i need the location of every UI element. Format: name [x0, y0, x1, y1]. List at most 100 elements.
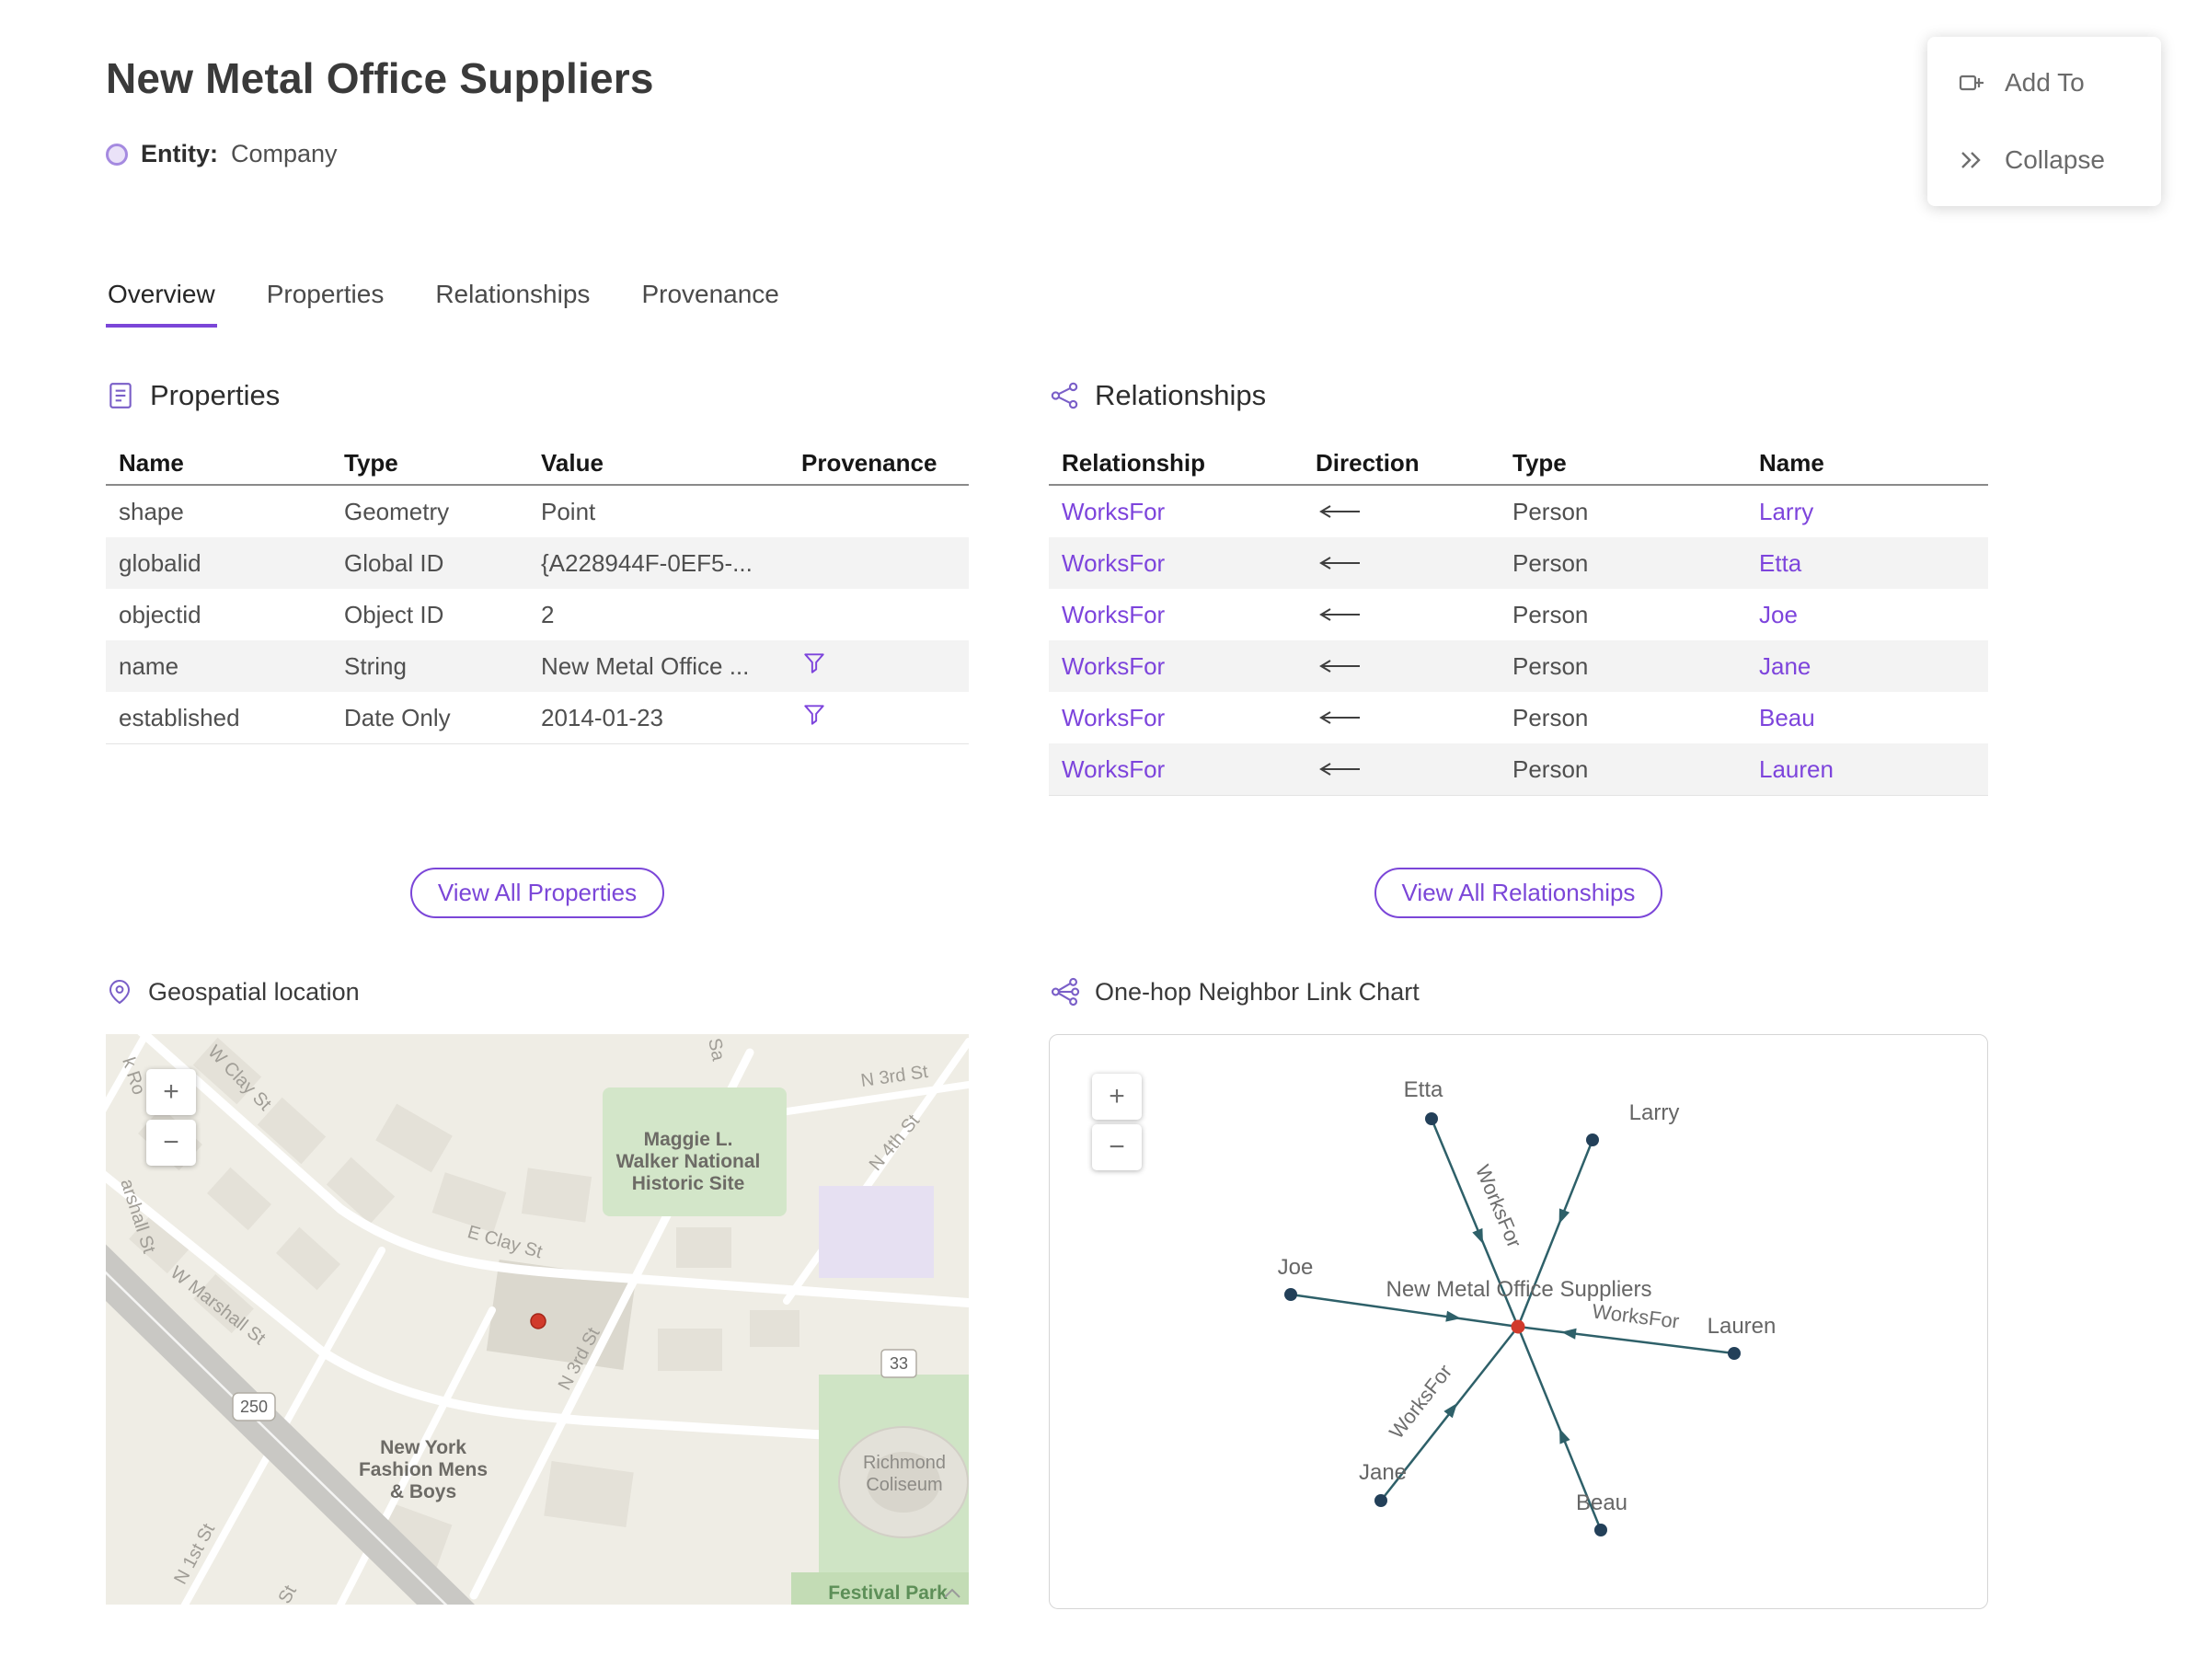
map[interactable]: 250 33 k Ro W Clay St Sa N 3rd St N 4th …	[106, 1034, 969, 1605]
map-zoom-out-button[interactable]: −	[146, 1120, 196, 1166]
svg-text:Coliseum: Coliseum	[866, 1475, 942, 1495]
node-larry[interactable]	[1586, 1133, 1599, 1146]
relationship-link[interactable]: WorksFor	[1049, 601, 1303, 629]
entity-label: Entity:	[141, 140, 218, 167]
relationships-table: Relationship Direction Type Name WorksFo…	[1049, 442, 1988, 796]
properties-icon	[109, 383, 132, 408]
tab-provenance[interactable]: Provenance	[639, 276, 780, 328]
link-chart-section-header: One-hop Neighbor Link Chart	[1049, 972, 1988, 1012]
double-chevron-right-icon	[1961, 152, 1981, 168]
relationships-section: Relationships Relationship Direction Typ…	[1049, 375, 1988, 972]
entity-link[interactable]: Etta	[1746, 549, 1988, 578]
tab-relationships[interactable]: Relationships	[433, 276, 592, 328]
properties-section-header: Properties	[106, 375, 969, 416]
relationship-link[interactable]: WorksFor	[1049, 704, 1303, 732]
col-name: Name	[1759, 448, 1824, 477]
node-label: Jane	[1359, 1460, 1407, 1485]
overview-sections: Properties Name Type Value Provenance sh…	[106, 375, 1988, 1609]
link-chart-canvas: WorksFor WorksFor WorksFor Etta Larry Jo…	[1278, 1077, 1777, 1536]
table-row: WorksFor Person Lauren	[1049, 743, 1988, 795]
tab-bar: Overview Properties Relationships Proven…	[106, 276, 781, 328]
link-chart[interactable]: WorksFor WorksFor WorksFor Etta Larry Jo…	[1049, 1034, 1988, 1609]
left-arrow-icon	[1319, 557, 1360, 570]
collapse-label: Collapse	[2005, 145, 2105, 174]
left-arrow-icon	[1319, 505, 1360, 518]
node-label: Etta	[1404, 1077, 1443, 1102]
col-type: Type	[1512, 448, 1567, 477]
relationships-section-title: Relationships	[1095, 379, 1267, 411]
route-shield-33: 33	[880, 1349, 917, 1378]
svg-text:Walker National: Walker National	[616, 1151, 761, 1172]
table-row: WorksFor Person Etta	[1049, 537, 1988, 589]
properties-section-title: Properties	[150, 379, 281, 411]
add-to-label: Add To	[2005, 68, 2085, 97]
left-arrow-icon	[1319, 711, 1360, 724]
col-type: Type	[344, 448, 398, 477]
view-all-relationships-button[interactable]: View All Relationships	[1374, 868, 1663, 918]
entity-link[interactable]: Beau	[1746, 704, 1988, 732]
chart-zoom-in-button[interactable]: +	[1092, 1074, 1142, 1120]
node-etta[interactable]	[1425, 1112, 1438, 1125]
node-lauren[interactable]	[1728, 1347, 1741, 1360]
col-name: Name	[119, 448, 184, 477]
properties-table-body: shape Geometry Point globalid Global ID …	[106, 486, 969, 743]
entity-row: Entity: Company	[106, 140, 338, 168]
provenance-icon[interactable]	[801, 650, 827, 676]
left-arrow-icon	[1319, 660, 1360, 673]
entity-detail-page: New Metal Office Suppliers Entity: Compa…	[0, 0, 2208, 1680]
svg-text:33: 33	[890, 1354, 908, 1373]
relationships-section-header: Relationships	[1049, 375, 1988, 416]
table-row: established Date Only 2014-01-23	[106, 692, 969, 743]
svg-text:Fashion Mens: Fashion Mens	[359, 1459, 488, 1480]
add-to-button[interactable]: Add To	[1957, 68, 2132, 98]
entity-link[interactable]: Joe	[1746, 601, 1988, 629]
entity-type-value: Company	[231, 140, 338, 167]
node-label: Beau	[1576, 1490, 1627, 1515]
poi-label-festival-park: Festival Park	[828, 1582, 948, 1604]
svg-text:Historic Site: Historic Site	[632, 1173, 745, 1194]
table-row: WorksFor Person Jane	[1049, 640, 1988, 692]
edge-label: WorksFor	[1591, 1299, 1680, 1332]
svg-text:Maggie L.: Maggie L.	[644, 1129, 733, 1150]
view-all-properties-button[interactable]: View All Properties	[409, 868, 665, 918]
node-joe[interactable]	[1284, 1288, 1297, 1301]
entity-link[interactable]: Lauren	[1746, 755, 1988, 784]
relationship-link[interactable]: WorksFor	[1049, 549, 1303, 578]
action-panel: Add To Collapse	[1927, 37, 2161, 206]
chart-zoom-out-button[interactable]: −	[1092, 1124, 1142, 1170]
col-value: Value	[541, 448, 604, 477]
edge-label: WorksFor	[1385, 1360, 1456, 1443]
entity-link[interactable]: Jane	[1746, 652, 1988, 681]
table-row: WorksFor Person Larry	[1049, 486, 1988, 537]
center-node-label: New Metal Office Suppliers	[1386, 1277, 1651, 1302]
node-jane[interactable]	[1374, 1494, 1387, 1507]
node-label: Joe	[1278, 1255, 1314, 1280]
link-chart-section-title: One-hop Neighbor Link Chart	[1095, 977, 1420, 1006]
left-arrow-icon	[1319, 608, 1360, 621]
collapse-button[interactable]: Collapse	[1957, 145, 2132, 175]
node-center[interactable]	[1511, 1319, 1525, 1334]
relationships-icon	[1051, 382, 1078, 409]
map-zoom-control: + −	[146, 1069, 196, 1166]
table-row: globalid Global ID {A228944F-0EF5-...	[106, 537, 969, 589]
node-label: Lauren	[1708, 1314, 1777, 1339]
table-row: WorksFor Person Joe	[1049, 589, 1988, 640]
node-beau[interactable]	[1594, 1524, 1607, 1536]
relationship-link[interactable]: WorksFor	[1049, 652, 1303, 681]
relationship-link[interactable]: WorksFor	[1049, 498, 1303, 526]
col-relationship: Relationship	[1062, 448, 1206, 477]
map-marker[interactable]	[530, 1313, 546, 1329]
map-pin-icon	[109, 979, 131, 1005]
svg-text:New York: New York	[380, 1437, 466, 1458]
tab-overview[interactable]: Overview	[106, 276, 217, 328]
map-zoom-in-button[interactable]: +	[146, 1069, 196, 1115]
geospatial-section: Geospatial location 250 33 k Ro W Clay S…	[106, 972, 969, 1609]
link-chart-section: One-hop Neighbor Link Chart WorksFor Wor…	[1049, 972, 1988, 1609]
svg-text:250: 250	[240, 1398, 268, 1416]
relationship-link[interactable]: WorksFor	[1049, 755, 1303, 784]
provenance-icon[interactable]	[801, 702, 827, 728]
node-label: Larry	[1629, 1100, 1680, 1125]
svg-text:Richmond: Richmond	[863, 1453, 946, 1473]
entity-link[interactable]: Larry	[1746, 498, 1988, 526]
tab-properties[interactable]: Properties	[265, 276, 386, 328]
